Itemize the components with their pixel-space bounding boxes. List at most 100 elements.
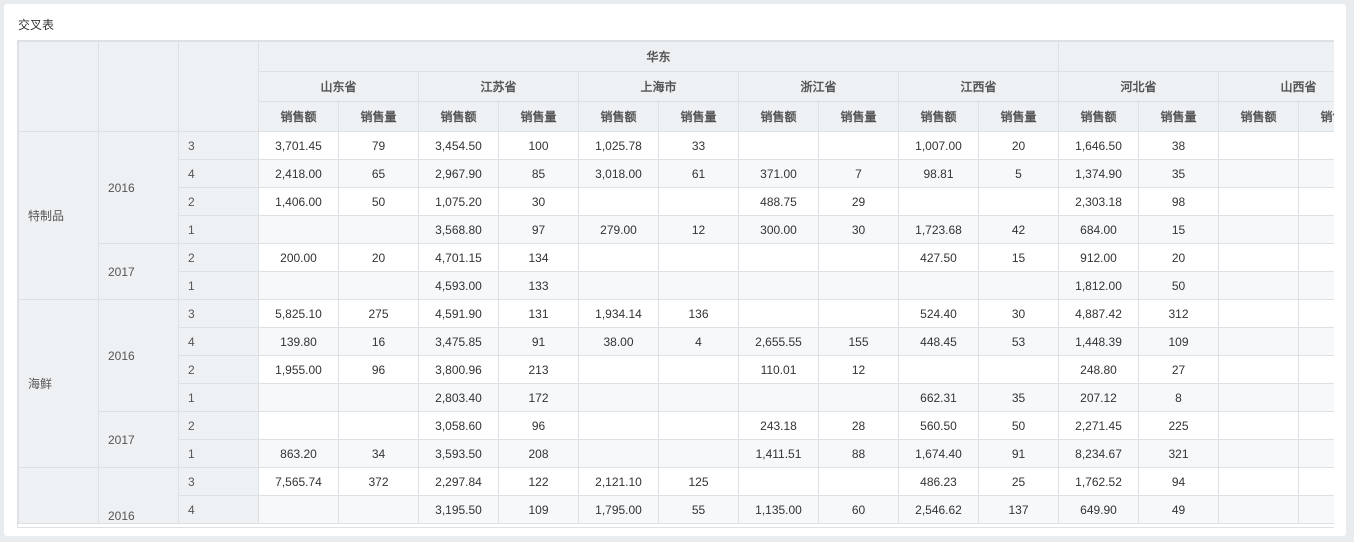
qty-cell[interactable]: 100 (498, 131, 579, 160)
qty-cell[interactable] (818, 383, 899, 412)
sales-cell[interactable]: 371.00 (738, 159, 819, 188)
sales-cell[interactable] (1218, 495, 1300, 524)
qty-cell[interactable]: 155 (818, 327, 899, 356)
sales-cell[interactable]: 1,795.00 (578, 495, 659, 524)
sales-cell[interactable]: 2,418.00 (258, 159, 339, 188)
qty-cell[interactable]: 53 (977, 327, 1060, 356)
qty-cell[interactable] (818, 131, 899, 160)
sales-cell[interactable] (738, 467, 819, 496)
qty-cell[interactable] (1298, 215, 1334, 244)
qty-cell[interactable]: 20 (338, 243, 419, 272)
sales-cell[interactable]: 1,723.68 (898, 215, 979, 244)
sales-cell[interactable]: 2,271.45 (1058, 411, 1140, 440)
sales-cell[interactable]: 486.23 (898, 467, 979, 496)
qty-cell[interactable]: 28 (818, 411, 899, 440)
sales-cell[interactable] (898, 271, 979, 300)
sales-cell[interactable]: 1,025.78 (578, 131, 659, 160)
qty-cell[interactable]: 7 (818, 159, 899, 188)
sales-cell[interactable]: 1,075.20 (418, 187, 499, 216)
sales-cell[interactable]: 8,234.67 (1058, 439, 1140, 468)
sales-cell[interactable] (738, 131, 819, 160)
sales-cell[interactable]: 3,058.60 (418, 411, 499, 440)
sales-cell[interactable] (1218, 327, 1300, 356)
qty-cell[interactable] (1298, 383, 1334, 412)
sales-cell[interactable] (1218, 215, 1300, 244)
qty-cell[interactable]: 136 (658, 299, 739, 328)
qty-cell[interactable] (338, 271, 419, 300)
sales-cell[interactable]: 2,803.40 (418, 383, 499, 412)
qty-cell[interactable] (1298, 271, 1334, 300)
qty-cell[interactable]: 5 (977, 159, 1060, 188)
sales-cell[interactable]: 139.80 (258, 327, 339, 356)
sales-cell[interactable]: 3,018.00 (578, 159, 659, 188)
sales-cell[interactable] (578, 271, 659, 300)
qty-cell[interactable] (658, 187, 739, 216)
qty-cell[interactable]: 15 (1138, 215, 1220, 244)
qty-cell[interactable] (1298, 131, 1334, 160)
qty-cell[interactable] (977, 355, 1060, 384)
qty-cell[interactable] (658, 271, 739, 300)
qty-cell[interactable]: 38 (1138, 131, 1220, 160)
sales-cell[interactable]: 3,195.50 (418, 495, 499, 524)
sales-cell[interactable]: 1,411.51 (738, 439, 819, 468)
qty-cell[interactable]: 30 (818, 215, 899, 244)
sales-cell[interactable]: 110.01 (738, 355, 819, 384)
sales-cell[interactable]: 2,303.18 (1058, 187, 1140, 216)
sales-cell[interactable]: 649.90 (1058, 495, 1140, 524)
sales-cell[interactable]: 3,475.85 (418, 327, 499, 356)
sales-cell[interactable] (578, 411, 659, 440)
qty-cell[interactable]: 109 (498, 495, 579, 524)
sales-cell[interactable]: 3,454.50 (418, 131, 499, 160)
sales-cell[interactable]: 1,674.40 (898, 439, 979, 468)
qty-cell[interactable] (1298, 299, 1334, 328)
qty-cell[interactable]: 96 (338, 355, 419, 384)
qty-cell[interactable] (1298, 467, 1334, 496)
qty-cell[interactable] (818, 467, 899, 496)
sales-cell[interactable] (1218, 159, 1300, 188)
qty-cell[interactable]: 65 (338, 159, 419, 188)
qty-cell[interactable] (818, 271, 899, 300)
qty-cell[interactable]: 50 (1138, 271, 1220, 300)
qty-cell[interactable]: 29 (818, 187, 899, 216)
sales-cell[interactable] (1218, 467, 1300, 496)
qty-cell[interactable] (338, 383, 419, 412)
sales-cell[interactable]: 662.31 (898, 383, 979, 412)
sales-cell[interactable] (1218, 187, 1300, 216)
sales-cell[interactable]: 5,825.10 (258, 299, 339, 328)
qty-cell[interactable]: 30 (977, 299, 1060, 328)
qty-cell[interactable]: 213 (498, 355, 579, 384)
qty-cell[interactable]: 98 (1138, 187, 1220, 216)
sales-cell[interactable]: 1,812.00 (1058, 271, 1140, 300)
qty-cell[interactable]: 42 (977, 215, 1060, 244)
qty-cell[interactable]: 20 (1138, 243, 1220, 272)
sales-cell[interactable]: 1,007.00 (898, 131, 979, 160)
sales-cell[interactable]: 3,593.50 (418, 439, 499, 468)
sales-cell[interactable] (258, 495, 339, 524)
sales-cell[interactable]: 1,406.00 (258, 187, 339, 216)
qty-cell[interactable]: 61 (658, 159, 739, 188)
qty-cell[interactable]: 15 (977, 243, 1060, 272)
qty-cell[interactable]: 12 (818, 355, 899, 384)
qty-cell[interactable] (1298, 439, 1334, 468)
qty-cell[interactable]: 172 (498, 383, 579, 412)
sales-cell[interactable]: 912.00 (1058, 243, 1140, 272)
sales-cell[interactable]: 1,374.90 (1058, 159, 1140, 188)
qty-cell[interactable]: 225 (1138, 411, 1220, 440)
sales-cell[interactable] (1218, 243, 1300, 272)
sales-cell[interactable]: 3,701.45 (258, 131, 339, 160)
sales-cell[interactable] (738, 271, 819, 300)
qty-cell[interactable]: 50 (977, 411, 1060, 440)
sales-cell[interactable] (1218, 131, 1300, 160)
sales-cell[interactable] (1218, 411, 1300, 440)
sales-cell[interactable]: 300.00 (738, 215, 819, 244)
sales-cell[interactable] (578, 355, 659, 384)
sales-cell[interactable] (1218, 271, 1300, 300)
qty-cell[interactable]: 8 (1138, 383, 1220, 412)
sales-cell[interactable]: 1,448.39 (1058, 327, 1140, 356)
qty-cell[interactable] (338, 495, 419, 524)
sales-cell[interactable]: 207.12 (1058, 383, 1140, 412)
sales-cell[interactable]: 1,934.14 (578, 299, 659, 328)
qty-cell[interactable]: 50 (338, 187, 419, 216)
sales-cell[interactable]: 98.81 (898, 159, 979, 188)
sales-cell[interactable]: 2,546.62 (898, 495, 979, 524)
